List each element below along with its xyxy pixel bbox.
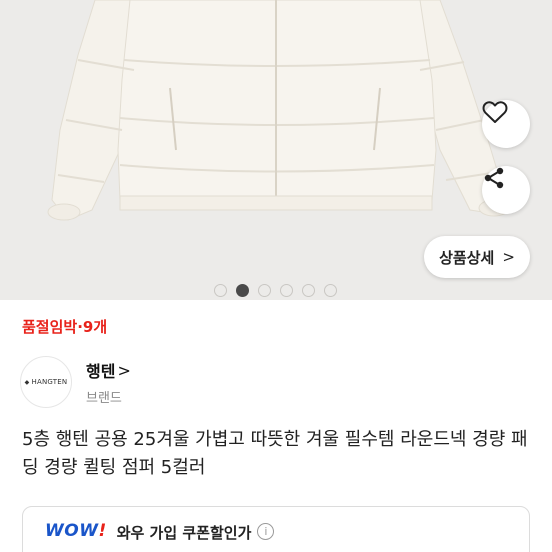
share-icon	[484, 167, 504, 189]
chevron-right-icon: >	[502, 248, 515, 266]
wishlist-button[interactable]	[482, 100, 530, 148]
image-pagination	[214, 284, 337, 297]
brand-name[interactable]: 행텐 >	[86, 358, 131, 382]
wow-coupon-banner[interactable]: WOW! 와우 가입 쿠폰할인가 i	[22, 506, 530, 552]
wow-logo: WOW!	[45, 521, 107, 541]
pagination-dot[interactable]	[324, 284, 337, 297]
hangten-mark-icon: ◆	[24, 378, 30, 386]
info-icon[interactable]: i	[257, 523, 275, 540]
pagination-dot[interactable]	[302, 284, 315, 297]
pagination-dot[interactable]	[258, 284, 271, 297]
brand-link[interactable]: ◆ HANGTEN 행텐 > 브랜드	[20, 356, 131, 408]
brand-sub-label: 브랜드	[86, 391, 122, 406]
heart-icon	[482, 101, 508, 123]
wow-logo-bang: !	[98, 521, 107, 541]
pagination-dot[interactable]	[280, 284, 293, 297]
coupon-text: 와우 가입 쿠폰할인가	[116, 524, 252, 542]
chevron-right-icon: >	[117, 360, 131, 380]
stock-status: 품절임박·9개	[22, 318, 108, 336]
product-title: 5층 행텐 공용 25겨울 가볍고 따뜻한 겨울 필수템 라운드넥 경량 패딩 …	[22, 429, 528, 478]
product-image[interactable]: 상품상세 >	[0, 0, 552, 300]
pagination-dot[interactable]	[214, 284, 227, 297]
product-detail-button[interactable]: 상품상세 >	[424, 236, 530, 278]
share-button[interactable]	[482, 166, 530, 214]
brand-logo-text: HANGTEN	[31, 378, 68, 386]
product-detail-label: 상품상세	[439, 248, 495, 267]
brand-logo: ◆ HANGTEN	[20, 356, 72, 408]
pagination-dot-active[interactable]	[236, 284, 249, 297]
brand-name-label: 행텐	[86, 362, 116, 381]
wow-logo-text: WOW	[45, 521, 99, 541]
